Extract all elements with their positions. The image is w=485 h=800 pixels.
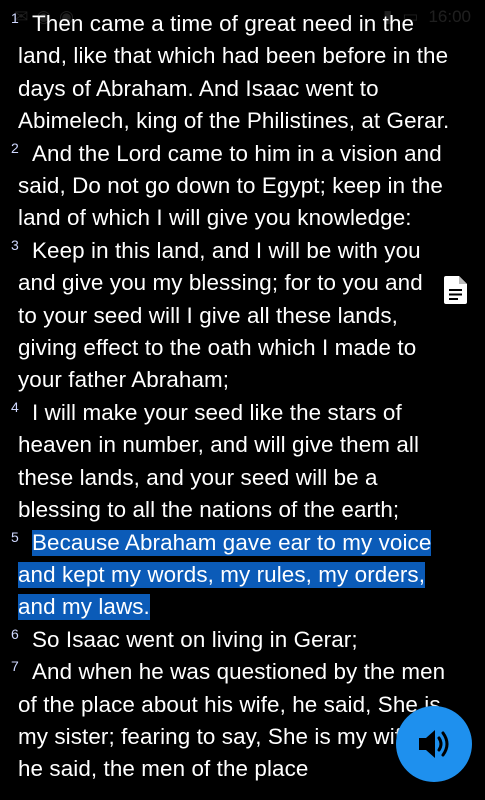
bible-reader: ✉ ◉ ◉ ▮ ▭ 16:00 1 Then came a time of gr…	[0, 0, 485, 800]
verse-number: 1	[11, 10, 19, 26]
verse-text: Keep in this land, and I will be with yo…	[18, 237, 423, 393]
verse-text: So Isaac went on living in Gerar;	[32, 626, 358, 652]
verse[interactable]: 3 Keep in this land, and I will be with …	[0, 235, 485, 397]
verse-text: I will make your seed like the stars of …	[18, 399, 420, 523]
speaker-icon	[419, 730, 449, 758]
verse-number: 3	[11, 236, 19, 253]
verse[interactable]: 2 And the Lord came to him in a vision a…	[0, 138, 485, 235]
verse-number: 4	[11, 398, 19, 415]
verse-number: 6	[11, 625, 19, 642]
verse-number: 7	[11, 658, 19, 675]
note-icon[interactable]	[444, 276, 467, 304]
verse-selected[interactable]: 5 Because Abraham gave ear to my voice a…	[0, 527, 485, 624]
audio-play-button[interactable]	[396, 706, 472, 782]
verse-list: 1 Then came a time of great need in the …	[0, 8, 485, 786]
verse[interactable]: 1 Then came a time of great need in the …	[0, 8, 485, 138]
verse[interactable]: 4 I will make your seed like the stars o…	[0, 397, 485, 527]
verse-text-highlighted: Because Abraham gave ear to my voice and…	[18, 529, 432, 621]
verse-text: And the Lord came to him in a vision and…	[18, 140, 443, 231]
verse-number: 5	[11, 528, 19, 545]
verse[interactable]: 6 So Isaac went on living in Gerar;	[0, 624, 485, 656]
verse-text: And when he was questioned by the men of…	[18, 659, 453, 782]
verse-number: 2	[11, 139, 19, 156]
verse-text: Then came a time of great need in the la…	[18, 11, 450, 134]
